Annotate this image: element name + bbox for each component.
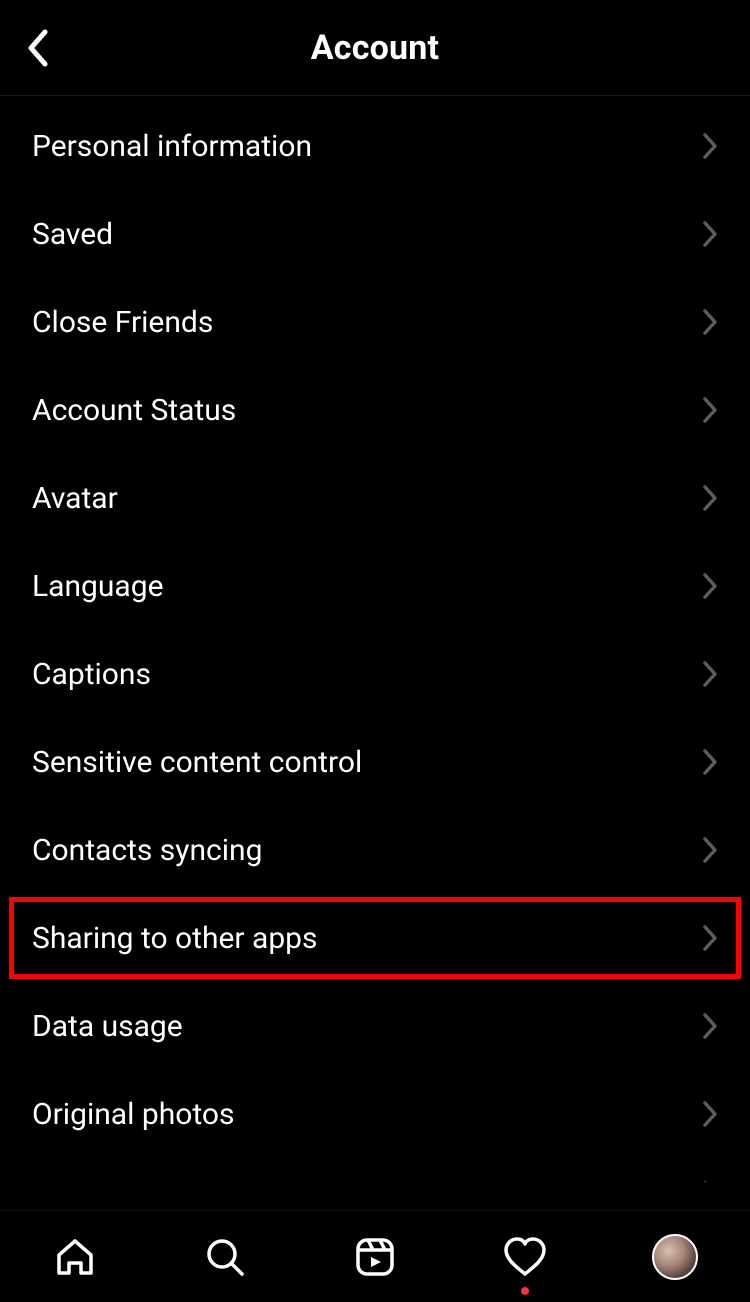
row-sharing-to-other-apps[interactable]: Sharing to other apps — [6, 894, 744, 982]
chevron-right-icon — [702, 572, 718, 600]
chevron-right-icon — [702, 836, 718, 864]
avatar — [652, 1234, 698, 1280]
back-button[interactable] — [14, 24, 62, 72]
row-language[interactable]: Language — [0, 542, 750, 630]
chevron-right-icon — [702, 748, 718, 776]
chevron-right-icon — [702, 396, 718, 424]
row-captions[interactable]: Captions — [0, 630, 750, 718]
row-personal-information[interactable]: Personal information — [0, 102, 750, 190]
tab-profile[interactable] — [643, 1225, 707, 1289]
chevron-right-icon — [702, 1100, 718, 1128]
search-icon — [201, 1233, 249, 1281]
chevron-left-icon — [25, 28, 51, 68]
row-label: Sensitive content control — [32, 745, 362, 780]
row-avatar[interactable]: Avatar — [0, 454, 750, 542]
row-label: Original photos — [32, 1097, 234, 1132]
tab-activity[interactable] — [493, 1225, 557, 1289]
row-label: Data usage — [32, 1009, 183, 1044]
reels-icon — [351, 1233, 399, 1281]
tab-bar — [0, 1210, 750, 1302]
chevron-right-icon — [702, 1012, 718, 1040]
tab-home[interactable] — [43, 1225, 107, 1289]
row-label: Language — [32, 569, 164, 604]
row-label: Account Status — [32, 393, 236, 428]
chevron-right-icon — [702, 924, 718, 952]
chevron-right-icon — [702, 220, 718, 248]
home-icon — [51, 1233, 99, 1281]
row-label: Saved — [32, 217, 113, 252]
row-label: Avatar — [32, 481, 118, 516]
row-label: Sharing to other apps — [32, 921, 318, 956]
header: Account — [0, 0, 750, 96]
row-label: Captions — [32, 657, 151, 692]
row-label: Close Friends — [32, 305, 213, 340]
chevron-right-icon — [702, 132, 718, 160]
tab-search[interactable] — [193, 1225, 257, 1289]
chevron-right-icon — [702, 308, 718, 336]
settings-list: Personal information Saved Close Friends… — [0, 96, 750, 1218]
row-original-photos[interactable]: Original photos — [0, 1070, 750, 1158]
page-title: Account — [311, 28, 439, 68]
row-saved[interactable]: Saved — [0, 190, 750, 278]
row-label: Personal information — [32, 129, 312, 164]
heart-icon — [500, 1234, 550, 1280]
row-account-status[interactable]: Account Status — [0, 366, 750, 454]
row-label: Contacts syncing — [32, 833, 262, 868]
content-cutoff — [0, 1182, 750, 1210]
tab-reels[interactable] — [343, 1225, 407, 1289]
row-data-usage[interactable]: Data usage — [0, 982, 750, 1070]
row-close-friends[interactable]: Close Friends — [0, 278, 750, 366]
notification-dot — [521, 1287, 529, 1295]
row-contacts-syncing[interactable]: Contacts syncing — [0, 806, 750, 894]
chevron-right-icon — [702, 660, 718, 688]
chevron-right-icon — [702, 484, 718, 512]
row-sensitive-content-control[interactable]: Sensitive content control — [0, 718, 750, 806]
